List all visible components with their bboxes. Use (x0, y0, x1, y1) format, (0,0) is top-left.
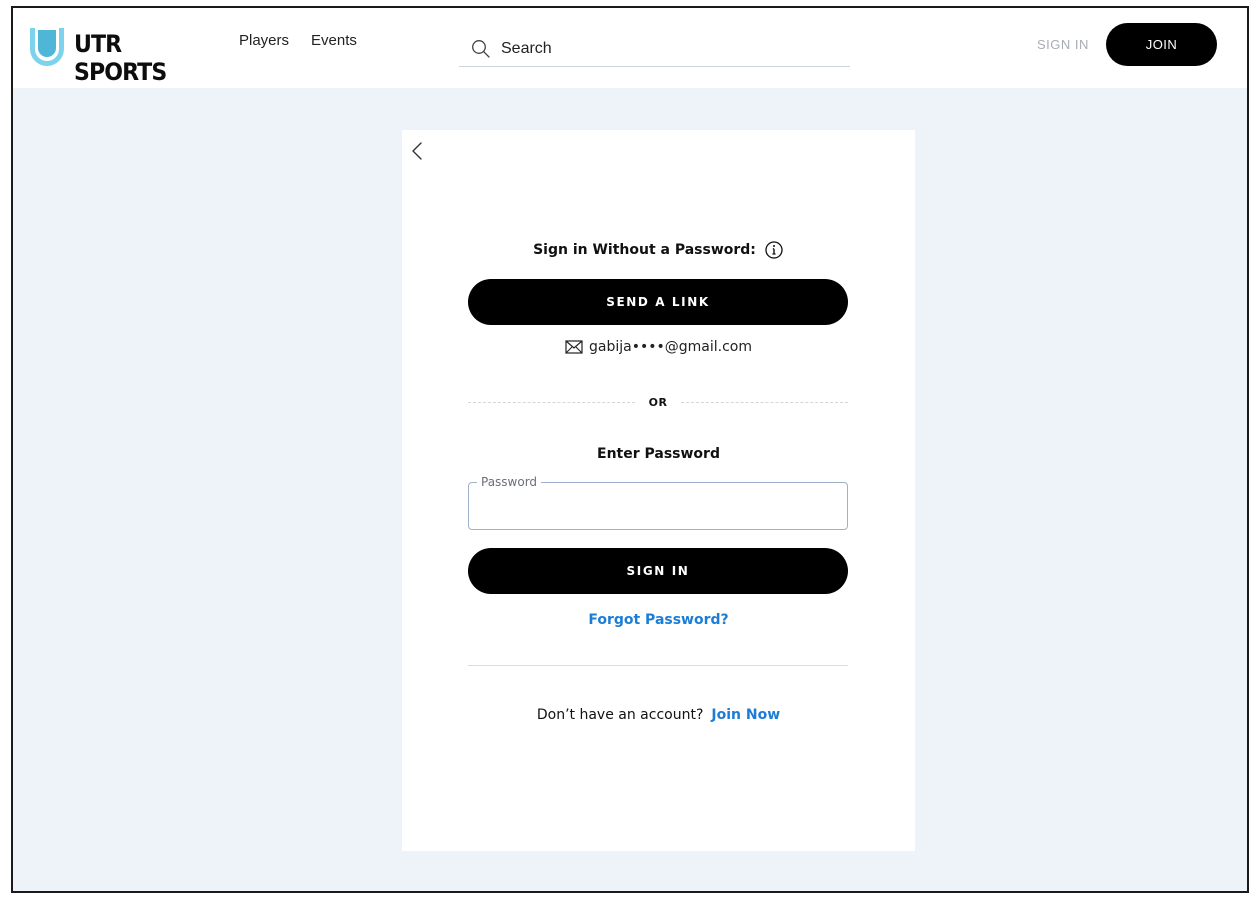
password-field-label: Password (477, 475, 542, 489)
header-sign-in-link[interactable]: SIGN IN (1037, 37, 1089, 52)
nav-events[interactable]: Events (311, 32, 357, 49)
mail-icon (565, 340, 583, 354)
forgot-password-link[interactable]: Forgot Password? (402, 612, 915, 628)
password-field[interactable]: Password (468, 475, 848, 530)
utr-logo-icon (30, 28, 64, 66)
divider-line-right (681, 401, 849, 403)
divider-line-left (468, 401, 635, 403)
card-separator (468, 665, 848, 666)
search-icon (472, 40, 490, 58)
join-prompt: Don’t have an account? Join Now (402, 707, 915, 723)
search-input[interactable] (501, 40, 831, 58)
logo-wordmark: UTR SPORTS (74, 30, 167, 86)
sign-in-card: Sign in Without a Password: SEND A LINK … (402, 130, 915, 851)
no-account-text: Don’t have an account? (536, 707, 704, 723)
or-label: OR (648, 395, 668, 409)
join-now-link[interactable]: Join Now (711, 707, 780, 723)
send-link-button[interactable]: SEND A LINK (468, 279, 848, 325)
browser-viewport: UTR SPORTS Players Events SIGN IN JOIN S… (11, 6, 1249, 893)
top-header: UTR SPORTS Players Events SIGN IN JOIN (13, 8, 1247, 88)
nav-players[interactable]: Players (239, 32, 289, 49)
back-chevron-icon[interactable] (410, 140, 426, 162)
or-divider: OR (468, 392, 849, 412)
main-nav: Players Events (239, 32, 357, 49)
enter-password-title: Enter Password (597, 446, 720, 462)
masked-email-row: gabija••••@gmail.com (402, 339, 915, 355)
passwordless-heading: Sign in Without a Password: (402, 240, 915, 260)
header-join-button[interactable]: JOIN (1106, 23, 1217, 66)
utr-sports-logo[interactable]: UTR SPORTS (25, 24, 200, 86)
passwordless-title: Sign in Without a Password: (533, 242, 756, 258)
search-bar[interactable] (459, 32, 850, 67)
password-input[interactable] (479, 497, 834, 519)
masked-email: gabija••••@gmail.com (589, 339, 752, 355)
sign-in-button[interactable]: SIGN IN (468, 548, 848, 594)
info-icon[interactable] (764, 240, 784, 260)
